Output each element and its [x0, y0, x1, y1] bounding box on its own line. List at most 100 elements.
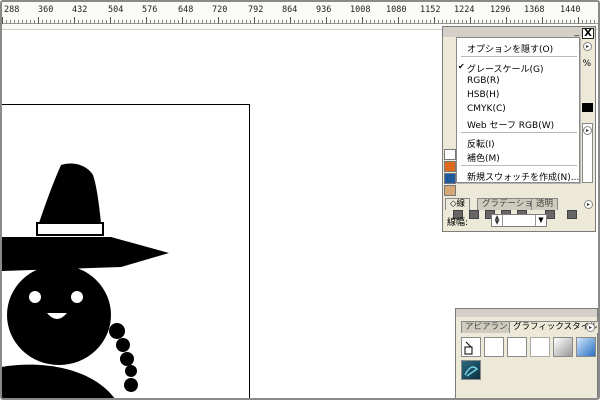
ruler-tick [358, 20, 359, 24]
style-swatch[interactable] [507, 337, 527, 357]
ruler-tick [366, 20, 367, 24]
close-button[interactable]: X [582, 28, 594, 39]
ruler-tick [382, 20, 383, 24]
minimize-button[interactable]: _ [575, 27, 580, 37]
ruler-tick [254, 17, 255, 24]
app-frame: 288 360 432 504 576 648 720 792 864 936 … [0, 0, 600, 400]
ruler-tick [446, 20, 447, 24]
menu-item-invert[interactable]: 反転(I) [467, 137, 495, 150]
ruler-tick [62, 20, 63, 24]
style-swatch[interactable] [530, 337, 550, 357]
ruler-tick [90, 20, 91, 24]
style-swatch[interactable] [484, 337, 504, 357]
ruler-tick [30, 20, 31, 24]
swatch-none[interactable] [444, 149, 456, 160]
style-swatch-gray[interactable] [553, 337, 573, 357]
ruler-tick [266, 20, 267, 24]
panel-titlebar[interactable] [443, 27, 595, 37]
menu-separator [461, 56, 577, 57]
ruler-tick [294, 20, 295, 24]
swatch-tan[interactable] [444, 185, 456, 196]
ruler-tick [586, 20, 587, 24]
ruler-tick [70, 20, 71, 24]
ruler-tick [406, 20, 407, 24]
ruler-tick [418, 20, 419, 24]
graphic-styles-menu-button[interactable]: ▸ [586, 323, 595, 332]
ruler-tick [258, 20, 259, 24]
ruler-tick [310, 20, 311, 24]
tab-transparency[interactable]: 透明 [531, 198, 559, 210]
menu-item-grayscale[interactable]: グレースケール(G) [467, 62, 544, 75]
ruler-tick [538, 20, 539, 24]
ruler-tick [14, 20, 15, 24]
ruler-tick [66, 20, 67, 24]
ruler-tick [10, 20, 11, 24]
ruler-tick [590, 20, 591, 24]
chevron-down-icon[interactable]: ▼ [535, 215, 546, 226]
ruler-tick [430, 20, 431, 24]
menu-item-rgb[interactable]: RGB(R) [467, 76, 500, 86]
ruler-mark: 1296 [490, 5, 511, 15]
ruler-tick [378, 20, 379, 24]
ruler-mark: 1152 [420, 5, 441, 15]
swatch-blue[interactable] [444, 173, 456, 184]
stroke-panel-tabs: ◇線 グラデーション 透明 [443, 198, 595, 212]
menu-item-new-swatch[interactable]: 新規スウォッチを作成(N)... [467, 170, 579, 183]
ruler-tick [402, 20, 403, 24]
ruler-tick [498, 20, 499, 24]
ruler-tick [474, 20, 475, 24]
style-swatch-blue[interactable] [576, 337, 596, 357]
weight-spinner[interactable]: ▲ ▼ [492, 215, 503, 226]
pattern-style-icon [464, 366, 479, 377]
ruler-mark: 1080 [386, 5, 407, 15]
style-swatch-pattern[interactable] [461, 360, 481, 380]
ruler-mark: 648 [178, 5, 194, 15]
menu-item-hsb[interactable]: HSB(H) [467, 90, 499, 100]
artboard[interactable] [1, 104, 251, 400]
ruler-tick [190, 20, 191, 24]
ruler-mark: 1440 [560, 5, 581, 15]
ruler-mark: 576 [142, 5, 158, 15]
ruler-tick [110, 17, 111, 24]
ruler-tick [166, 20, 167, 24]
ruler-tick [582, 20, 583, 24]
swatch-orange[interactable] [444, 161, 456, 172]
menu-item-complement[interactable]: 補色(M) [467, 151, 500, 164]
ruler-tick [194, 20, 195, 24]
style-default-swatch[interactable] [461, 337, 481, 357]
stroke-weight-label: 線幅: [447, 218, 469, 228]
braid-dot-shape [125, 365, 137, 377]
ruler-mark: 1008 [350, 5, 371, 15]
ruler-tick [134, 20, 135, 24]
swatch-panel-menu-button[interactable]: ▸ [583, 126, 592, 135]
tab-stroke[interactable]: ◇線 [445, 198, 471, 210]
stroke-weight-field[interactable]: ▲ ▼ ▼ [491, 214, 547, 227]
braid-dot-shape [109, 323, 125, 339]
panel-titlebar[interactable] [456, 309, 597, 317]
ruler-tick [298, 20, 299, 24]
menu-item-web-safe-rgb[interactable]: Web セーフ RGB(W) [467, 118, 554, 131]
ruler-tick [362, 17, 363, 24]
ruler-tick [26, 20, 27, 24]
color-slider-black[interactable] [582, 103, 593, 112]
ruler-tick [578, 17, 579, 24]
ruler-tick [550, 20, 551, 24]
ruler-tick [282, 20, 283, 24]
menu-item-cmyk[interactable]: CMYK(C) [467, 104, 506, 114]
ruler-tick [242, 20, 243, 24]
ruler-tick [562, 20, 563, 24]
ruler-tick [214, 20, 215, 24]
ruler-tick [594, 20, 595, 24]
ruler-tick [350, 20, 351, 24]
stroke-panel-menu-button[interactable]: ▸ [584, 200, 593, 209]
ruler-tick [106, 20, 107, 24]
ruler-tick [290, 17, 291, 24]
ruler-tick [78, 20, 79, 24]
menu-item-hide-options[interactable]: オプションを隠す(O) [467, 42, 553, 55]
braid-dot-shape [120, 352, 134, 366]
ruler-tick [334, 20, 335, 24]
witch-illustration[interactable] [1, 105, 251, 400]
left-eye-shape [29, 291, 41, 303]
ruler-tick [506, 17, 507, 24]
color-panel-menu-button[interactable]: ▸ [583, 42, 592, 51]
